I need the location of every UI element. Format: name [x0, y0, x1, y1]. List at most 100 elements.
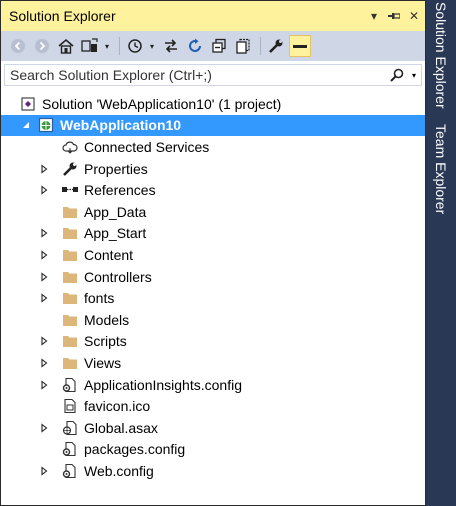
- solution-label: Solution 'WebApplication10' (1 project): [42, 95, 282, 112]
- collapsed-arrow-icon[interactable]: [37, 356, 51, 370]
- collapsed-arrow-icon[interactable]: [37, 162, 51, 176]
- pin-icon[interactable]: [385, 7, 403, 25]
- show-all-files-icon[interactable]: [232, 35, 254, 57]
- config-file-icon: [61, 463, 79, 479]
- title-bar: Solution Explorer ▾ ✕: [1, 1, 425, 31]
- tree-row[interactable]: packages.config: [1, 439, 425, 461]
- tree-row[interactable]: References: [1, 179, 425, 201]
- switch-views-icon[interactable]: [79, 35, 101, 57]
- tree-item-label: fonts: [84, 290, 115, 307]
- tree-row[interactable]: Models: [1, 309, 425, 331]
- close-icon[interactable]: ✕: [405, 7, 423, 25]
- collapsed-arrow-icon[interactable]: [37, 421, 51, 435]
- config-file-icon: [61, 441, 79, 457]
- tree-row[interactable]: ApplicationInsights.config: [1, 374, 425, 396]
- preview-icon[interactable]: [289, 35, 311, 57]
- toolbar-separator: [119, 37, 120, 55]
- panel-title: Solution Explorer: [9, 8, 116, 24]
- globe-file-icon: [61, 420, 79, 436]
- tree-item-label: App_Start: [84, 225, 147, 242]
- folder-icon: [61, 204, 79, 220]
- collapsed-arrow-icon[interactable]: [37, 291, 51, 305]
- tree-item-label: Properties: [84, 160, 148, 177]
- tree-item-label: Global.asax: [84, 419, 158, 436]
- window-dropdown-icon[interactable]: ▾: [365, 7, 383, 25]
- toolbar-separator: [260, 37, 261, 55]
- switch-views-dropdown-icon[interactable]: ▾: [103, 35, 111, 57]
- collapsed-arrow-icon[interactable]: [37, 334, 51, 348]
- home-icon[interactable]: [55, 35, 77, 57]
- tree-item-label: Models: [84, 311, 130, 328]
- tree-row[interactable]: Scripts: [1, 331, 425, 353]
- tree-item-label: ApplicationInsights.config: [84, 376, 242, 393]
- tab-team-explorer[interactable]: Team Explorer: [430, 124, 452, 220]
- tree-row-solution[interactable]: Solution 'WebApplication10' (1 project): [1, 93, 425, 115]
- collapsed-arrow-icon[interactable]: [37, 183, 51, 197]
- tree-item-label: Web.config: [84, 462, 154, 479]
- tree-row[interactable]: Controllers: [1, 266, 425, 288]
- search-options-dropdown-icon[interactable]: ▾: [407, 65, 421, 85]
- tree-item-label: favicon.ico: [84, 398, 151, 415]
- pending-changes-icon[interactable]: [124, 35, 146, 57]
- image-file-icon: [61, 398, 79, 414]
- tree-row[interactable]: Content: [1, 244, 425, 266]
- tree-row[interactable]: Views: [1, 352, 425, 374]
- folder-icon: [61, 355, 79, 371]
- collapsed-arrow-icon[interactable]: [37, 464, 51, 478]
- toolbar: ▾ ▾: [1, 31, 425, 61]
- solution-icon: [19, 96, 37, 112]
- folder-icon: [61, 290, 79, 306]
- wrench-icon: [61, 161, 79, 177]
- folder-icon: [61, 269, 79, 285]
- collapsed-arrow-icon[interactable]: [37, 270, 51, 284]
- references-icon: [61, 182, 79, 198]
- folder-icon: [61, 333, 79, 349]
- tree-item-label: Scripts: [84, 333, 127, 350]
- tree-row[interactable]: Connected Services: [1, 136, 425, 158]
- back-icon[interactable]: [7, 35, 29, 57]
- tree-row[interactable]: Global.asax: [1, 417, 425, 439]
- collapsed-arrow-icon[interactable]: [37, 378, 51, 392]
- search-box: ▾: [4, 64, 422, 86]
- tree-item-label: Connected Services: [84, 138, 210, 155]
- side-tab-strip: Solution Explorer Team Explorer: [426, 0, 456, 506]
- tree-row[interactable]: Web.config: [1, 460, 425, 482]
- collapsed-arrow-icon[interactable]: [37, 226, 51, 240]
- collapse-all-icon[interactable]: [208, 35, 230, 57]
- search-icon[interactable]: [387, 65, 407, 85]
- forward-icon[interactable]: [31, 35, 53, 57]
- expanded-arrow-icon[interactable]: [19, 118, 33, 132]
- project-label: WebApplication10: [60, 117, 182, 134]
- refresh-icon[interactable]: [184, 35, 206, 57]
- tree-row-project[interactable]: WebApplication10: [1, 114, 425, 137]
- tree-item-label: App_Data: [84, 203, 147, 220]
- tree-row[interactable]: favicon.ico: [1, 395, 425, 417]
- tree-row[interactable]: App_Data: [1, 201, 425, 223]
- solution-tree: Solution 'WebApplication10' (1 project) …: [1, 93, 425, 482]
- folder-icon: [61, 225, 79, 241]
- tree-row[interactable]: fonts: [1, 287, 425, 309]
- tree-item-label: References: [84, 182, 156, 199]
- web-project-icon: [37, 117, 55, 133]
- tree-item-label: Views: [84, 354, 122, 371]
- folder-icon: [61, 312, 79, 328]
- tab-solution-explorer[interactable]: Solution Explorer: [430, 2, 452, 112]
- tree-row[interactable]: App_Start: [1, 223, 425, 245]
- tree-item-label: packages.config: [84, 441, 186, 458]
- search-input[interactable]: [5, 66, 387, 84]
- pending-changes-dropdown-icon[interactable]: ▾: [148, 35, 156, 57]
- tree-item-label: Controllers: [84, 268, 152, 285]
- tree-row[interactable]: Properties: [1, 158, 425, 180]
- folder-icon: [61, 247, 79, 263]
- solution-explorer-panel: Solution Explorer ▾ ✕ ▾ ▾ Search Solutio…: [0, 0, 426, 506]
- properties-icon[interactable]: [265, 35, 287, 57]
- collapsed-arrow-icon[interactable]: [37, 248, 51, 262]
- sync-icon[interactable]: [160, 35, 182, 57]
- tree-item-label: Content: [84, 246, 134, 263]
- config-file-icon: [61, 377, 79, 393]
